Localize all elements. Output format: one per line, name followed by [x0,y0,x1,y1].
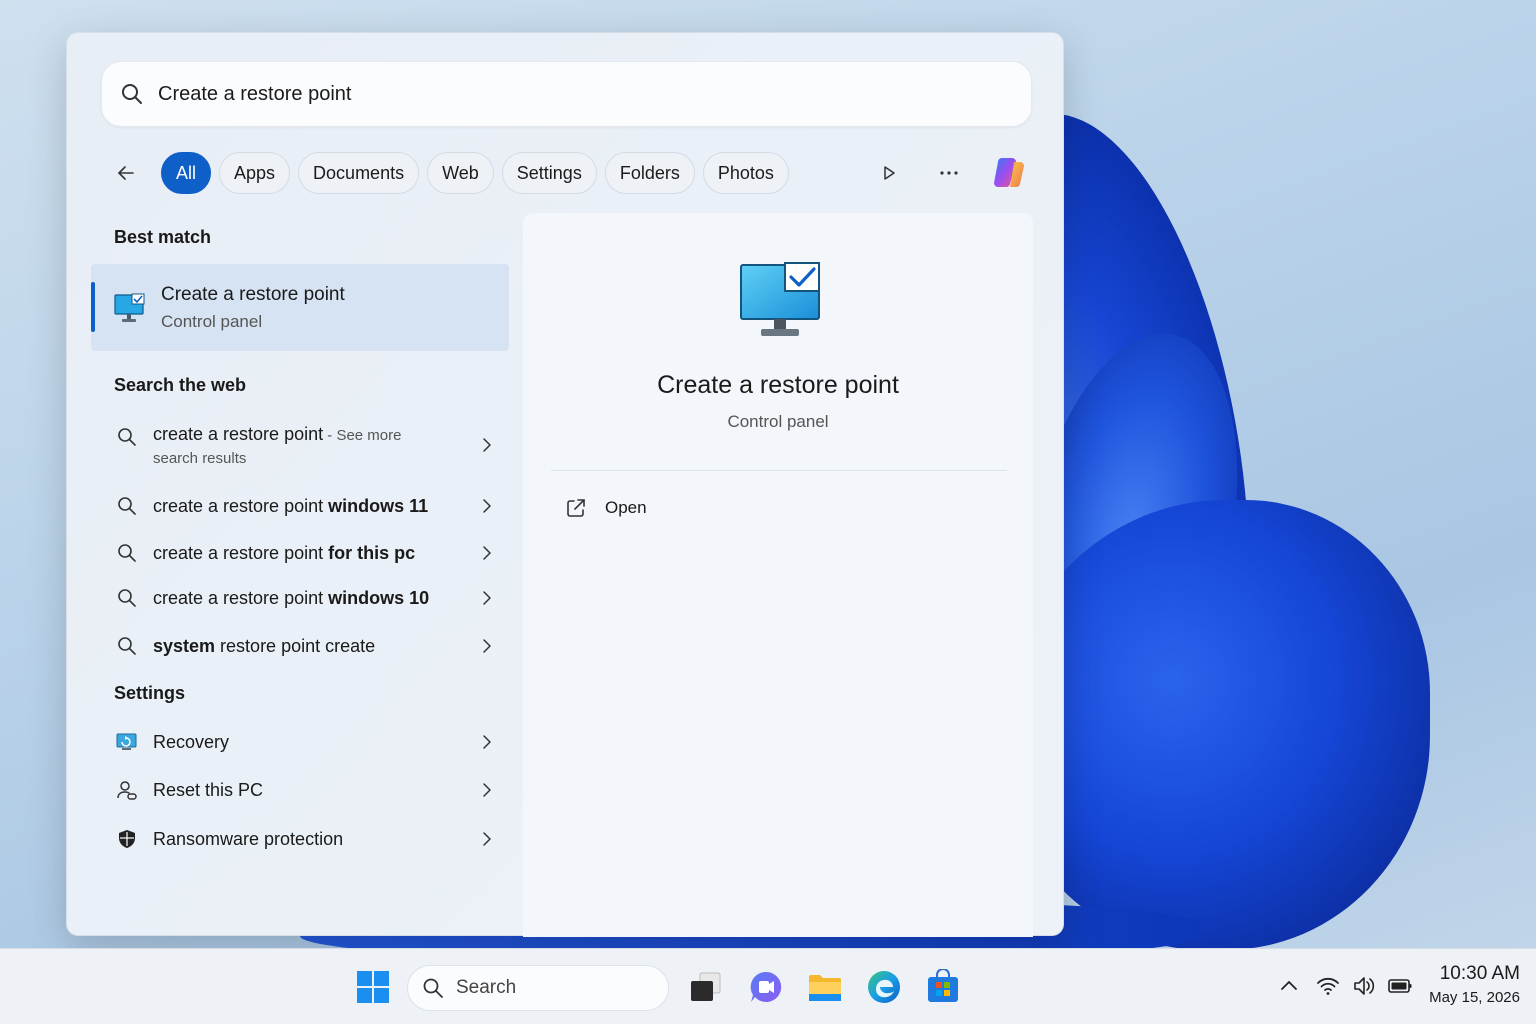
settings-item-reset-pc[interactable]: Reset this PC [115,778,495,802]
restore-point-icon [740,262,820,336]
settings-heading: Settings [114,683,186,703]
search-web-heading: Search the web [114,375,247,395]
wifi-icon[interactable] [1315,973,1341,999]
web-result-suffix: - See more [323,427,402,444]
file-explorer-icon[interactable] [807,969,843,1005]
web-result-text: create a restore point [153,542,329,563]
search-input[interactable]: Create a restore point [101,61,1032,127]
clock-date: May 15, 2026 [1429,989,1520,1006]
chevron-right-icon [483,783,491,797]
web-result-see-more[interactable]: create a restore point - See more search… [115,423,495,470]
chevron-right-icon [483,499,491,513]
play-icon [884,166,895,180]
chevron-right-icon [483,438,491,452]
copilot-icon [994,158,1024,188]
ellipsis-icon [940,171,958,175]
web-result-bold: windows 11 [328,495,429,516]
chevron-right-icon [483,735,491,749]
web-result-system-restore[interactable]: system restore point create [115,634,495,658]
web-result-text: create a restore point [153,587,329,608]
volume-icon[interactable] [1351,973,1377,999]
search-icon [118,589,136,607]
best-match-title: Create a restore point [161,283,345,305]
filter-chip-folders[interactable]: Folders [604,152,695,194]
taskbar-search[interactable]: Search [407,965,669,1011]
filter-chip-web[interactable]: Web [427,152,494,194]
settings-item-ransomware[interactable]: Ransomware protection [115,827,495,851]
search-icon [423,978,443,998]
search-icon [118,428,136,446]
clock-time: 10:30 AM [1439,963,1520,984]
open-action-label: Open [605,498,647,517]
edge-browser-icon[interactable] [866,969,902,1005]
open-external-icon [567,499,585,517]
preview-divider [551,470,1007,471]
filter-chip-all[interactable]: All [161,152,212,194]
search-panel: Create a restore point All Apps Document… [66,32,1064,937]
recovery-icon [116,733,137,750]
reset-icon [117,781,137,800]
web-result-second-line: search results [153,450,247,468]
settings-item-recovery[interactable]: Recovery [115,730,495,754]
copilot-button[interactable] [989,153,1029,193]
shield-icon [119,830,135,848]
preview-pane: Create a restore point Control panel Ope… [523,213,1033,937]
web-result-text: restore point create [215,635,376,656]
windows-start-icon[interactable] [355,969,391,1005]
web-result-for-this-pc[interactable]: create a restore point for this pc [115,541,495,565]
web-result-text: create a restore point [153,495,329,516]
web-result-bold: for this pc [328,542,416,563]
web-result-windows-10[interactable]: create a restore point windows 10 [115,586,495,610]
filter-bar: All Apps Documents Web Settings Folders … [109,151,1029,195]
preview-subtitle: Control panel [727,412,829,431]
settings-item-label: Recovery [153,731,230,752]
open-action[interactable]: Open [565,497,647,519]
best-match-result[interactable]: Create a restore point Control panel [91,264,509,351]
chevron-right-icon [483,591,491,605]
web-result-bold: system [153,635,216,656]
selection-indicator [91,282,95,332]
restore-point-icon [114,293,145,322]
task-view-icon[interactable] [688,969,724,1005]
search-query[interactable]: Create a restore point [158,83,351,106]
filter-chip-documents[interactable]: Documents [298,152,420,194]
battery-icon[interactable] [1387,973,1413,999]
back-button[interactable] [109,156,143,190]
best-match-heading: Best match [114,227,212,247]
web-result-text: create a restore point [153,424,324,444]
chevron-up-icon[interactable] [1276,973,1302,999]
teams-chat-icon[interactable] [748,969,784,1005]
search-icon [118,497,136,515]
search-icon [118,544,136,562]
chevron-right-icon [483,546,491,560]
microsoft-store-icon[interactable] [925,969,961,1005]
filter-chip-photos[interactable]: Photos [702,152,789,194]
settings-item-label: Reset this PC [153,779,264,800]
taskbar: Search 10:30 AM May 15, 2026 [0,948,1536,1024]
filter-chip-apps[interactable]: Apps [219,152,291,194]
preview-title: Create a restore point [657,371,899,399]
arrow-left-icon [118,166,134,180]
filter-chip-settings[interactable]: Settings [501,152,597,194]
options-button[interactable] [929,153,969,193]
search-icon [118,637,136,655]
search-icon [122,84,142,104]
web-result-windows-11[interactable]: create a restore point windows 11 [115,494,495,518]
settings-item-label: Ransomware protection [153,828,344,849]
web-result-bold: windows 10 [328,587,430,608]
chevron-right-icon [483,832,491,846]
best-match-subtitle: Control panel [161,311,263,331]
system-clock[interactable]: 10:30 AM May 15, 2026 [1429,963,1520,1006]
taskbar-search-label: Search [456,977,517,998]
chevron-right-icon [483,639,491,653]
more-filters-button[interactable] [869,153,909,193]
